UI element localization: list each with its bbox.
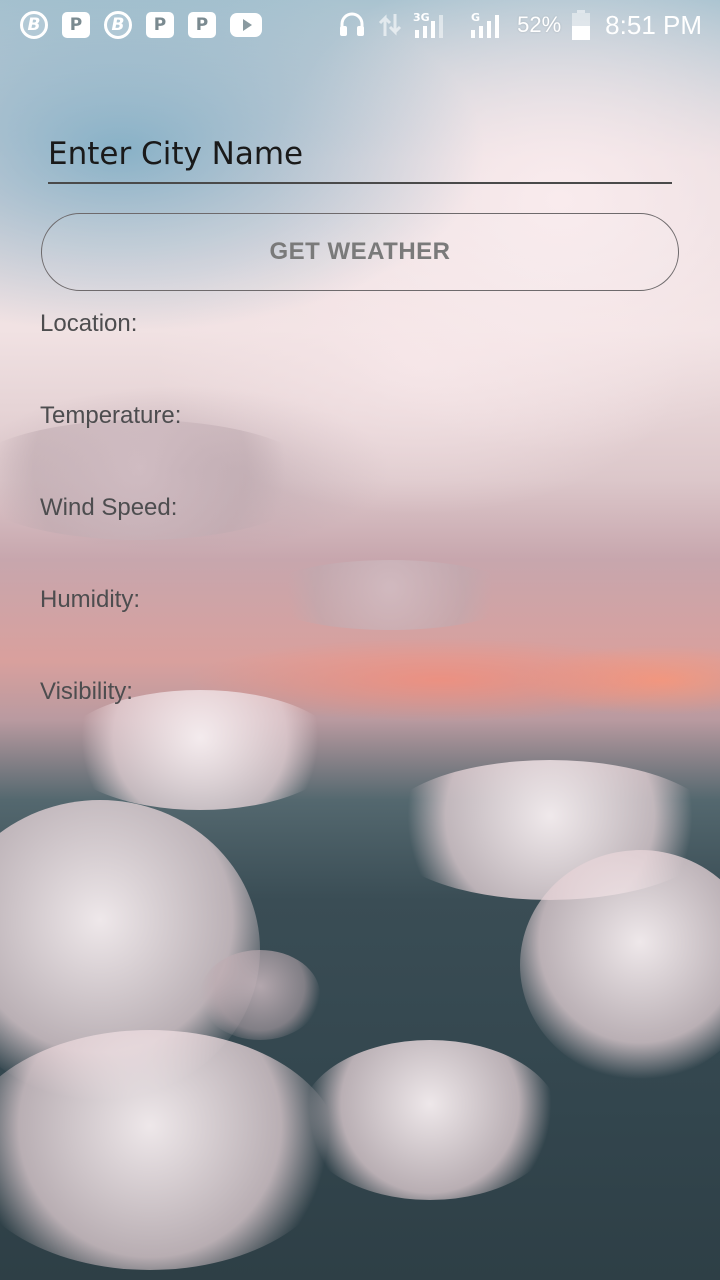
signal-3g-icon: 3G: [413, 10, 453, 40]
p-app-icon: P: [146, 12, 174, 38]
clock-time: 8:51 PM: [605, 9, 702, 40]
headset-icon: [337, 10, 367, 40]
youtube-icon: [230, 13, 262, 37]
weather-app-screen: B P B P P 3G G 52% 8:51 PM Enter City Na…: [0, 0, 720, 1280]
p-app-icon: P: [62, 12, 90, 38]
notification-icons: B P B P P: [0, 11, 262, 39]
svg-text:G: G: [471, 11, 480, 24]
b-app-icon: B: [104, 11, 132, 39]
humidity-label: Humidity:: [40, 586, 141, 613]
sky-background-image: [0, 0, 720, 1280]
signal-g-icon: G: [463, 10, 507, 40]
battery-icon: [571, 9, 591, 41]
city-name-input[interactable]: [48, 126, 672, 184]
wind-speed-label: Wind Speed:: [40, 494, 178, 521]
get-weather-button[interactable]: GET WEATHER: [41, 213, 679, 291]
location-label: Location:: [40, 310, 138, 337]
visibility-label: Visibility:: [40, 678, 133, 705]
status-bar: B P B P P 3G G 52% 8:51 PM: [0, 0, 720, 50]
battery-percent: 52%: [517, 12, 562, 37]
system-status-icons: 3G G 52% 8:51 PM: [337, 0, 702, 50]
temperature-label: Temperature:: [40, 402, 182, 429]
data-transfer-icon: [377, 10, 403, 40]
b-app-icon: B: [20, 11, 48, 39]
svg-text:3G: 3G: [413, 11, 430, 24]
p-app-icon: P: [188, 12, 216, 38]
